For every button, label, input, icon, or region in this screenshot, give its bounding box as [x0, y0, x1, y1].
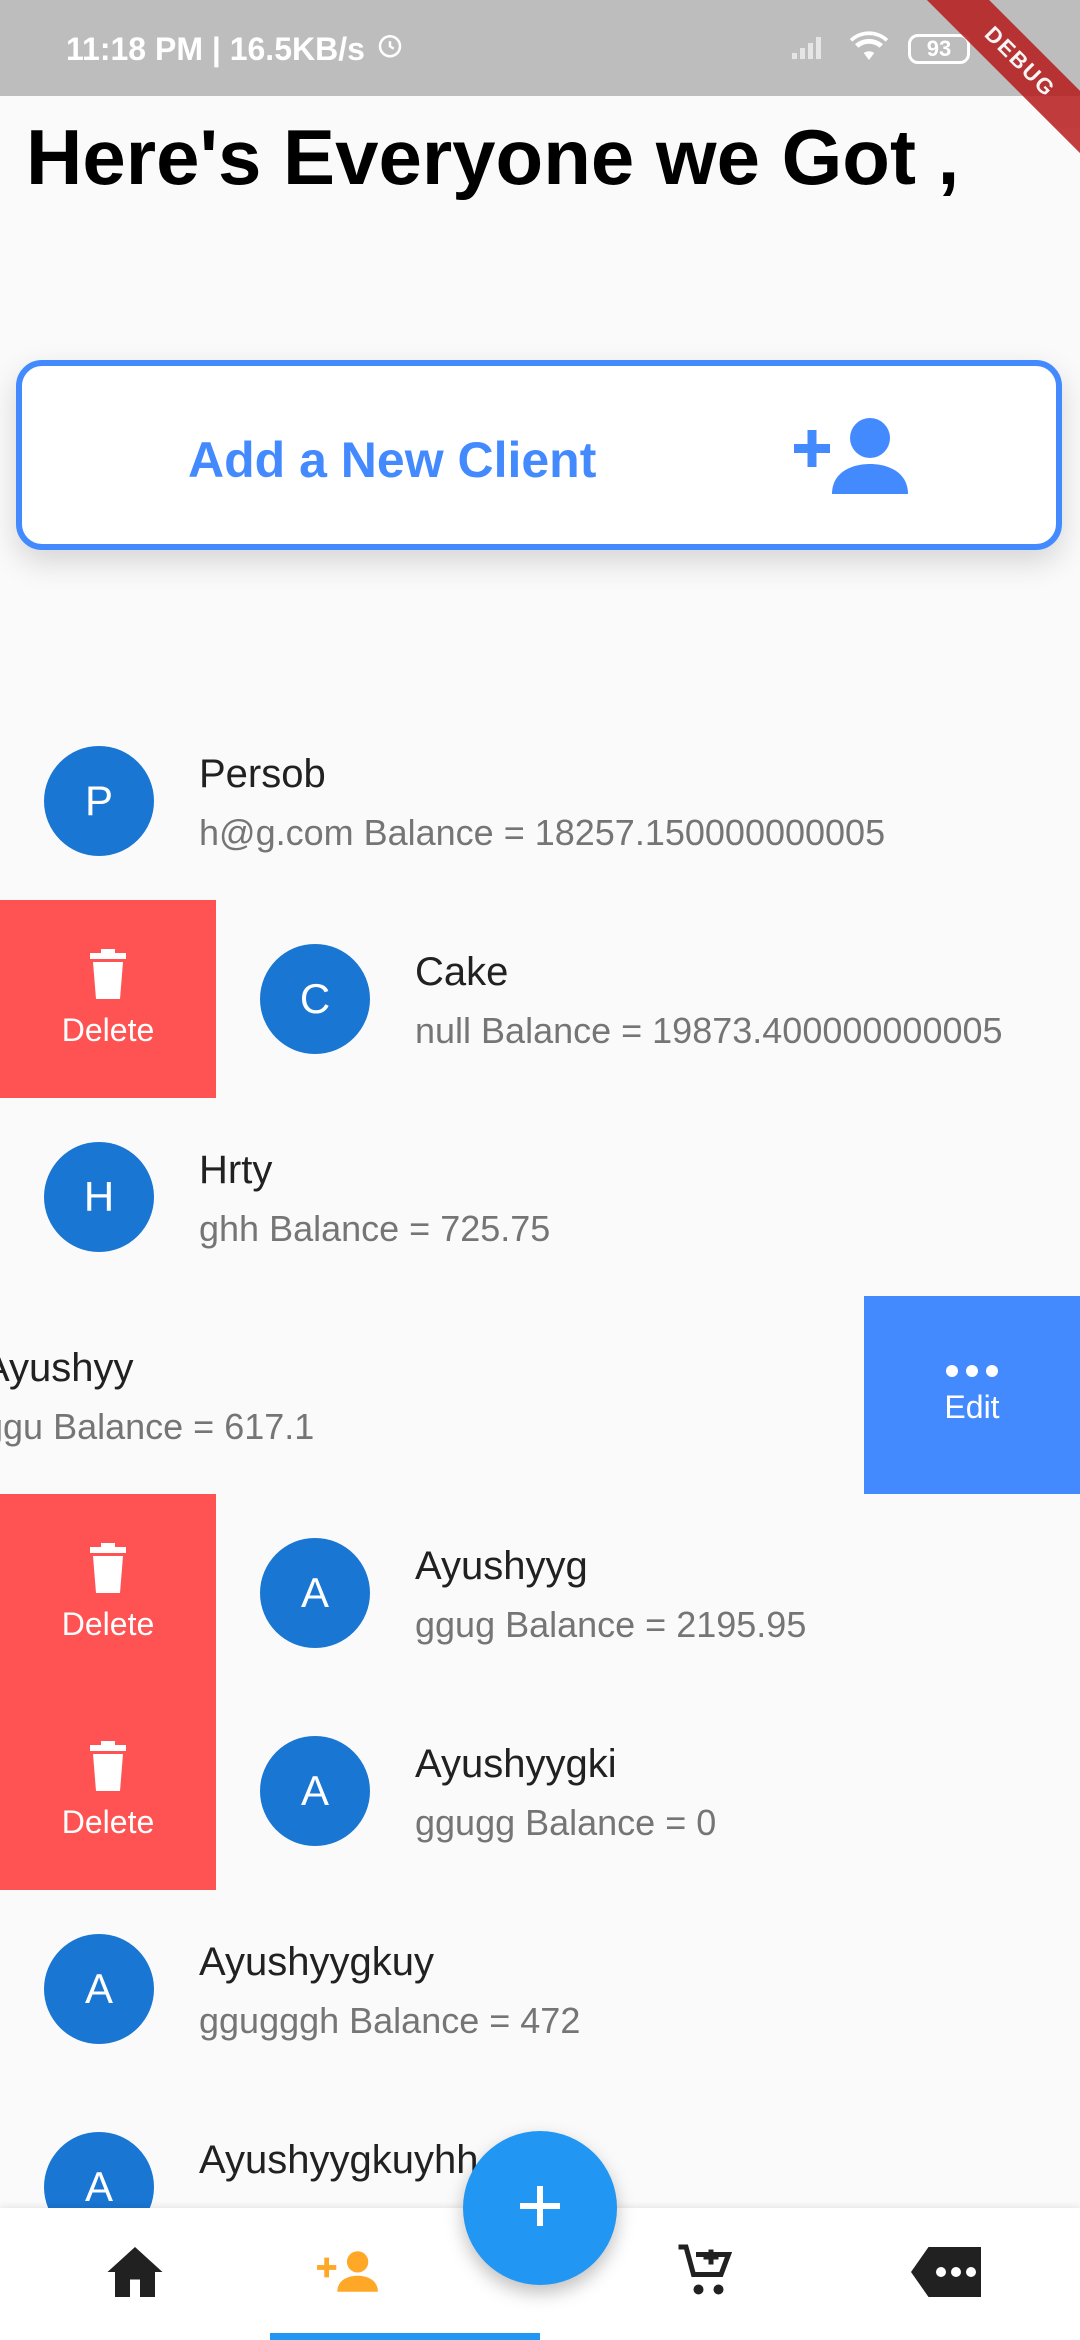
avatar: A	[44, 2132, 154, 2208]
nav-clients[interactable]	[240, 2208, 456, 2340]
client-name: Ayushyyg	[415, 1544, 588, 1588]
avatar: C	[260, 944, 370, 1054]
avatar: H	[44, 1142, 154, 1252]
nav-cart[interactable]	[598, 2208, 814, 2340]
client-name: Cake	[415, 950, 509, 994]
client-subtitle: h@g.com Balance = 18257.150000000005	[199, 812, 886, 853]
home-icon	[105, 2244, 165, 2305]
delete-action[interactable]: Delete	[0, 1494, 216, 1692]
client-name: Ayushyygkuyhh	[199, 2138, 479, 2182]
add-client-button[interactable]: Add a New Client	[16, 360, 1062, 550]
client-subtitle: ggu Balance = 617.1	[0, 1406, 315, 1447]
trash-icon	[88, 949, 128, 1004]
wifi-icon	[848, 30, 890, 67]
plus-icon	[516, 2182, 564, 2235]
delete-label: Delete	[61, 1606, 155, 1642]
list-item[interactable]: Delete A Ayushyyg ggug Balance = 2195.95	[0, 1494, 1080, 1692]
list-item[interactable]: P Persob h@g.com Balance = 18257.1500000…	[0, 702, 1080, 900]
list-item-content[interactable]: A Ayushyy ggu Balance = 617.1	[0, 1296, 864, 1494]
delete-action[interactable]: Delete	[0, 900, 216, 1098]
nav-home[interactable]	[27, 2208, 243, 2340]
avatar: A	[260, 1736, 370, 1846]
person-add-icon	[316, 2248, 380, 2301]
status-right: 93	[790, 30, 970, 67]
signal-icon	[790, 31, 830, 66]
client-subtitle: ggug Balance = 2195.95	[415, 1604, 807, 1645]
list-item-content[interactable]: P Persob h@g.com Balance = 18257.1500000…	[0, 702, 1080, 900]
person-add-icon	[792, 414, 912, 500]
delete-label: Delete	[61, 1804, 155, 1840]
list-item[interactable]: Delete C Cake null Balance = 19873.40000…	[0, 900, 1080, 1098]
more-horiz-icon	[946, 1364, 998, 1377]
client-name: Ayushyy	[0, 1346, 134, 1390]
client-name: Ayushyygki	[415, 1742, 617, 1786]
delete-action[interactable]: Delete	[0, 1692, 216, 1890]
page-title: Here's Everyone we Got ,	[26, 113, 960, 201]
add-fab-button[interactable]	[463, 2131, 617, 2285]
alarm-icon	[375, 30, 405, 68]
client-subtitle: ghh Balance = 725.75	[199, 1208, 551, 1249]
trash-icon	[88, 1543, 128, 1598]
client-name: Hrty	[199, 1148, 273, 1192]
trash-icon	[88, 1741, 128, 1796]
list-item[interactable]: A Ayushyygkuy ggugggh Balance = 472	[0, 1890, 1080, 2088]
list-item-content[interactable]: A Ayushyygki ggugg Balance = 0	[216, 1692, 1080, 1890]
client-subtitle: ggugggh Balance = 472	[199, 2000, 581, 2041]
edit-label: Edit	[944, 1388, 1000, 1425]
delete-label: Delete	[61, 1012, 155, 1048]
list-item-content[interactable]: A Ayushyyg ggug Balance = 2195.95	[216, 1494, 1080, 1692]
list-item[interactable]: Delete A Ayushyygki ggugg Balance = 0	[0, 1692, 1080, 1890]
status-time-speed: 11:18 PM | 16.5KB/s	[66, 30, 365, 67]
status-left: 11:18 PM | 16.5KB/s	[66, 30, 405, 68]
add-client-label: Add a New Client	[188, 432, 597, 488]
list-item[interactable]: A Ayushyy ggu Balance = 617.1 Edit	[0, 1296, 1080, 1494]
list-item-content[interactable]: C Cake null Balance = 19873.400000000005	[216, 900, 1080, 1098]
nav-active-indicator	[270, 2333, 540, 2340]
avatar: A	[44, 1934, 154, 2044]
client-name: Ayushyygkuy	[199, 1940, 434, 1984]
avatar: A	[260, 1538, 370, 1648]
list-item[interactable]: H Hrty ghh Balance = 725.75	[0, 1098, 1080, 1296]
battery-indicator: 93	[908, 33, 970, 64]
edit-action[interactable]: Edit	[864, 1296, 1080, 1494]
client-subtitle: null Balance = 19873.400000000005	[415, 1010, 1003, 1051]
add-shopping-cart-icon	[675, 2242, 737, 2307]
list-item-content[interactable]: H Hrty ghh Balance = 725.75	[0, 1098, 1080, 1296]
status-bar: 11:18 PM | 16.5KB/s 93 DEBUG	[0, 0, 1080, 170]
nav-more[interactable]	[838, 2208, 1054, 2340]
client-name: Persob	[199, 752, 326, 796]
list-item-content[interactable]: A Ayushyygkuy ggugggh Balance = 472	[0, 1890, 1080, 2088]
avatar: P	[44, 746, 154, 856]
client-subtitle: ggugg Balance = 0	[415, 1802, 717, 1843]
more-icon	[911, 2246, 981, 2302]
